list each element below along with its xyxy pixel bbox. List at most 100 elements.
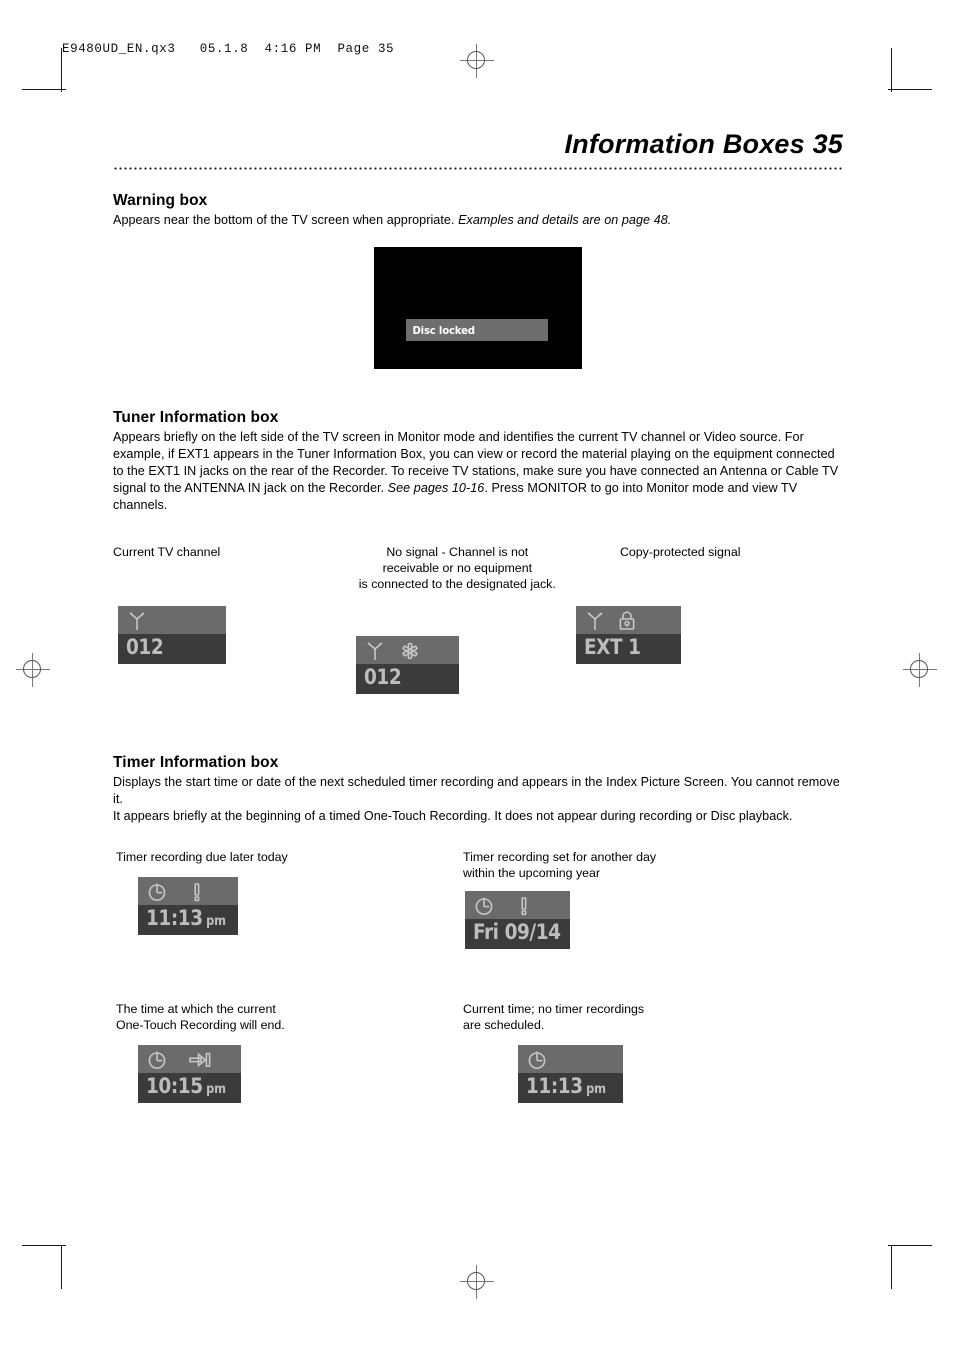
tuner-example-3-box-wrap: EXT 1 [576, 605, 681, 664]
warning-box-description-italic: Examples and details are on page 48. [458, 213, 672, 228]
timer-example-3-ampm: pm [206, 1082, 226, 1098]
crop-mark-bottom-left-horizontal [22, 1245, 66, 1246]
timer-example-3-value: 10:15 pm [146, 1074, 226, 1099]
antenna-icon [587, 612, 603, 631]
no-signal-asterisk-icon [402, 643, 418, 660]
timer-info-box-value-row: 11:13 pm [138, 904, 238, 935]
timer-info-box-icons [138, 1044, 241, 1073]
timer-example-4-caption: Current time; no timer recordings are sc… [463, 1001, 644, 1033]
timer-example-2-value: Fri 09/14 [473, 920, 561, 945]
clock-icon [475, 897, 493, 916]
registration-mark-bottom [460, 1265, 494, 1299]
timer-example-1-caption: Timer recording due later today [116, 849, 288, 864]
crop-mark-bottom-right-horizontal [888, 1245, 932, 1246]
tuner-box-description: Appears briefly on the left side of the … [113, 429, 843, 513]
registration-mark-right [903, 653, 937, 687]
tuner-examples-boxes: 012 012 EXT 1 [113, 596, 843, 716]
timer-box-description-1: Displays the start time or date of the n… [113, 774, 840, 806]
timer-example-2-caption: Timer recording set for another day with… [463, 849, 656, 881]
clock-icon [148, 1051, 166, 1070]
timer-example-4: Current time; no timer recordings are sc… [463, 1001, 644, 1103]
timer-info-box-value-row: 11:13 pm [518, 1072, 623, 1103]
warning-message-text: Disc locked [412, 323, 475, 337]
timer-info-box-value-row: Fri 09/14 [465, 918, 570, 949]
tuner-example-2-box-wrap: 012 [356, 635, 459, 694]
tuner-info-box-copy-protected: EXT 1 [576, 605, 681, 664]
antenna-icon [129, 612, 145, 631]
timer-example-4-caption-line-1: Current time; no timer recordings [463, 1001, 645, 1016]
warning-message-bar: Disc locked [406, 319, 548, 342]
timer-info-box-icons [465, 890, 570, 919]
tuner-example-1-box-wrap: 012 [118, 605, 226, 664]
timer-example-3-caption-line-1: The time at which the current [116, 1001, 276, 1016]
antenna-icon [367, 642, 383, 661]
timer-example-1-value: 11:13 pm [146, 906, 226, 931]
tv-screen-mock: Disc locked [374, 247, 582, 370]
timer-info-box-icons [518, 1044, 623, 1073]
tuner-example-1-caption: Current TV channel [113, 544, 221, 559]
timer-example-4-caption-line-2: are scheduled. [463, 1017, 545, 1032]
crop-mark-top-right-horizontal [888, 89, 932, 90]
clock-icon [528, 1051, 546, 1070]
timer-example-2: Timer recording set for another day with… [463, 849, 656, 949]
tuner-example-2-caption-line-3: is connected to the designated jack. [358, 576, 556, 591]
tuner-examples-captions: Current TV channel No signal - Channel i… [113, 544, 843, 592]
tuner-info-box-icons [576, 605, 681, 634]
tuner-example-3-caption: Copy-protected signal [619, 544, 741, 559]
tuner-info-box-value-row: 012 [356, 663, 459, 694]
timer-info-box-another-day: Fri 09/14 [465, 890, 570, 949]
timer-example-4-value: 11:13 pm [526, 1074, 606, 1099]
page-content: Information Boxes 35 Warning box Appears… [113, 130, 843, 1139]
tuner-info-box-value-row: EXT 1 [576, 633, 681, 664]
warning-box-heading: Warning box [113, 192, 208, 210]
timer-example-3-caption-line-2: One-Touch Recording will end. [116, 1017, 285, 1032]
warning-box-description: Appears near the bottom of the TV screen… [113, 212, 843, 229]
timer-box-heading: Timer Information box [113, 753, 279, 771]
timer-info-box-current-time: 11:13 pm [518, 1044, 623, 1103]
title-divider [113, 167, 843, 171]
tuner-info-box-value-row: 012 [118, 633, 226, 664]
tuner-example-2-value: 012 [364, 665, 402, 690]
timer-example-2-caption-line-2: within the upcoming year [463, 865, 601, 880]
crop-mark-bottom-left-vertical [61, 1245, 62, 1289]
tuner-info-box-icons [356, 635, 459, 664]
padlock-icon [619, 611, 635, 631]
tuner-info-box-current-channel: 012 [118, 605, 226, 664]
timer-info-box-value-row: 10:15 pm [138, 1072, 241, 1103]
timer-example-3: The time at which the current One-Touch … [116, 1001, 285, 1103]
tuner-example-1-value: 012 [126, 635, 164, 660]
tuner-example-3-value: EXT 1 [584, 635, 641, 660]
timer-example-1: Timer recording due later today 11:13 pm [116, 849, 288, 935]
clock-icon [148, 883, 166, 902]
timer-examples-grid: Timer recording due later today 11:13 pm… [113, 849, 843, 1139]
tuner-info-box-no-signal: 012 [356, 635, 459, 694]
section-tuner-information-box: Tuner Information box Appears briefly on… [113, 409, 843, 716]
tuner-example-2-caption-line-2: receivable or no equipment [382, 560, 533, 575]
registration-mark-top [460, 44, 494, 78]
printer-slug: E9480UD_EN.qx3 05.1.8 4:16 PM Page 35 [62, 42, 395, 56]
registration-mark-left [16, 653, 50, 687]
tuner-info-box-icons [118, 605, 226, 634]
exclamation-icon [521, 897, 527, 916]
timer-example-1-ampm: pm [206, 914, 226, 930]
tuner-box-heading: Tuner Information box [113, 409, 279, 427]
tuner-example-2-caption-line-1: No signal - Channel is not [386, 544, 529, 559]
page-title: Information Boxes 35 [564, 129, 843, 159]
section-timer-information-box: Timer Information box Displays the start… [113, 754, 843, 1139]
tuner-example-2-caption: No signal - Channel is not receivable or… [317, 544, 598, 592]
timer-example-4-ampm: pm [586, 1082, 606, 1098]
timer-info-box-due-today: 11:13 pm [138, 876, 238, 935]
timer-box-description-2: It appears briefly at the beginning of a… [113, 808, 793, 823]
timer-info-box-icons [138, 876, 238, 905]
warning-box-example-wrap: Disc locked [113, 247, 843, 370]
crop-mark-top-right-vertical [891, 48, 892, 92]
timer-example-3-caption: The time at which the current One-Touch … [116, 1001, 285, 1033]
crop-mark-top-left-horizontal [22, 89, 66, 90]
warning-box-description-plain: Appears near the bottom of the TV screen… [113, 213, 459, 228]
timer-info-box-recording-end: 10:15 pm [138, 1044, 241, 1103]
arrow-to-end-icon [189, 1052, 211, 1068]
crop-mark-bottom-right-vertical [891, 1245, 892, 1289]
timer-example-2-caption-line-1: Timer recording set for another day [463, 849, 657, 864]
exclamation-icon [194, 883, 200, 902]
section-warning-box: Warning box Appears near the bottom of t… [113, 192, 843, 370]
